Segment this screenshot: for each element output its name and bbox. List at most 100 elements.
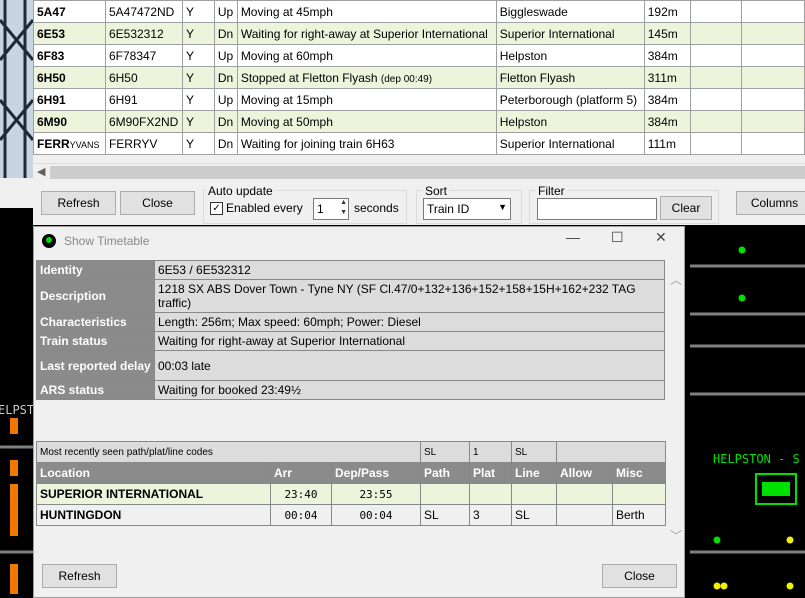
train-flag-cell: Y [181,110,215,133]
train-id-cell[interactable]: 6E53 [33,22,106,45]
train-length-cell: 384m [643,44,691,67]
info-row: Description 1218 SX ABS Dover Town - Tyne… [36,279,665,313]
misc-cell [612,483,666,505]
path-code-path: SL [420,441,470,463]
scroll-left-icon[interactable]: ◀ [37,165,45,178]
train-id-cell[interactable]: 6H50 [33,66,106,89]
arrival-cell: 23:40 [270,483,332,505]
column-header[interactable]: Arr [270,462,332,484]
train-uid-cell: 6H91 [104,88,183,111]
info-value: 1218 SX ABS Dover Town - Tyne NY (SF Cl.… [154,279,665,313]
sort-select[interactable]: Train ID ▼ [423,198,511,220]
minimize-icon[interactable]: — [566,229,580,245]
filter-group: Filter Clear [529,184,719,224]
timetable-row[interactable]: HUNTINGDON 00:04 00:04 SL 3 SL Berth [36,504,666,526]
interval-unit-label: seconds [354,201,399,215]
train-id-tag: YVANS [69,139,100,150]
train-location-cell: Superior International [495,132,645,155]
train-status-cell: Waiting for joining train 6H63 [236,132,497,155]
path-code-line: SL [511,441,557,463]
info-label: Description [36,279,155,313]
path-code-caption: Most recently seen path/plat/line codes [36,441,421,463]
train-id: 6E53 [37,26,66,41]
table-row[interactable]: 6M90 6M90FX2ND Y Dn Moving at 50mph Helpston 3… [33,110,805,133]
train-id-cell[interactable]: 6F83 [33,44,106,67]
info-value: Length: 256m; Max speed: 60mph; Power: D… [154,312,665,332]
train-flag-cell: Y [181,44,215,67]
timetable-close-button[interactable]: Close [602,564,677,588]
column-header[interactable]: Line [511,462,557,484]
scrollbar-thumb[interactable] [50,166,805,179]
table-row[interactable]: FERRYVANS FERRYV Y Dn Waiting for joining tr… [33,132,805,155]
info-row: Last reported delay 00:03 late [36,350,665,381]
train-info-table: Identity 6E53 / 6E532312 Description 1218 S… [36,260,665,400]
sort-selected-value: Train ID [427,202,470,216]
column-header[interactable]: Allow [556,462,613,484]
scroll-up-icon[interactable]: ︿ [670,271,682,288]
train-length-cell: 384m [643,88,691,111]
table-row[interactable]: 5A47 5A47472ND Y Up Moving at 45mph Biggleswa… [33,0,805,23]
empty-cell [689,132,743,155]
table-row[interactable]: 6E53 6E532312 Y Dn Waiting for right-away at… [33,22,805,45]
column-header[interactable]: Plat [469,462,512,484]
train-id-cell[interactable]: 6M90 [33,110,106,133]
train-uid-cell: 6H50 [104,66,183,89]
window-title: Show Timetable [64,234,150,248]
train-flag-cell: Y [181,88,215,111]
sort-group-label: Sort [423,184,450,198]
auto-update-enabled-label[interactable]: Enabled every [226,201,303,215]
line-cell [511,483,557,505]
clear-filter-button[interactable]: Clear [660,196,712,220]
filter-input[interactable] [537,198,657,220]
info-label: Identity [36,260,155,280]
train-location-cell: Superior International [495,22,645,45]
train-direction-cell: Up [213,44,238,67]
departure-cell: 23:55 [331,483,421,505]
empty-cell [741,110,805,133]
train-uid-cell: 6M90FX2ND [104,110,183,133]
train-id-cell[interactable]: 6H91 [33,88,106,111]
train-length-cell: 192m [643,0,691,23]
arrival-cell: 00:04 [270,504,332,526]
empty-cell [689,88,743,111]
table-row[interactable]: 6H91 6H91 Y Up Moving at 15mph Peterborough (… [33,88,805,111]
train-status: Stopped at Fletton Flyash [240,70,378,85]
close-icon[interactable]: ✕ [655,229,667,246]
show-timetable-window: Show Timetable — ☐ ✕ Identity 6E53 / 6E53… [33,226,685,598]
refresh-button[interactable]: Refresh [41,191,116,215]
close-button[interactable]: Close [120,191,195,215]
column-header[interactable]: Path [420,462,470,484]
auto-update-group: Auto update ✓ Enabled every 1 ▲ ▼ second… [203,184,407,224]
columns-button[interactable]: Columns [736,191,805,215]
column-header[interactable]: Misc [612,462,666,484]
column-header[interactable]: Location [36,462,271,484]
info-value: Waiting for right-away at Superior Inter… [154,331,665,351]
train-direction-cell: Up [213,0,238,23]
chevron-down-icon[interactable]: ▼ [498,202,507,212]
train-id-cell[interactable]: 5A47 [33,0,106,23]
table-row[interactable]: 6F83 6F78347 Y Up Moving at 60mph Helpston 384… [33,44,805,67]
table-row[interactable]: 6H50 6H50 Y Dn Stopped at Fletton Flyash (de… [33,66,805,89]
column-header[interactable]: Dep/Pass [331,462,421,484]
train-status-cell: Moving at 60mph [236,44,497,67]
empty-cell [689,22,743,45]
maximize-icon[interactable]: ☐ [611,229,624,246]
train-id: FERR [37,136,70,151]
spin-down-icon[interactable]: ▼ [340,209,347,216]
spin-up-icon[interactable]: ▲ [340,199,347,206]
interval-spinner[interactable]: 1 ▲ ▼ [313,198,349,220]
train-location-cell: Peterborough (platform 5) [495,88,645,111]
timetable-row[interactable]: SUPERIOR INTERNATIONAL 23:40 23:55 [36,483,666,505]
timetable-refresh-button[interactable]: Refresh [42,564,117,588]
auto-update-checkbox[interactable]: ✓ [210,202,223,215]
horizontal-scrollbar[interactable]: ◀ [33,163,805,181]
train-id-cell[interactable]: FERRYVANS [33,132,106,155]
train-uid-cell: 5A47472ND [104,0,183,23]
train-direction-cell: Up [213,88,238,111]
train-status: Moving at 45mph [240,4,333,19]
scroll-down-icon[interactable]: ﹀ [670,527,682,544]
train-uid-cell: FERRYV [104,132,183,155]
train-status: Moving at 50mph [240,114,333,129]
empty-cell [689,44,743,67]
location-cell: HUNTINGDON [36,504,271,526]
